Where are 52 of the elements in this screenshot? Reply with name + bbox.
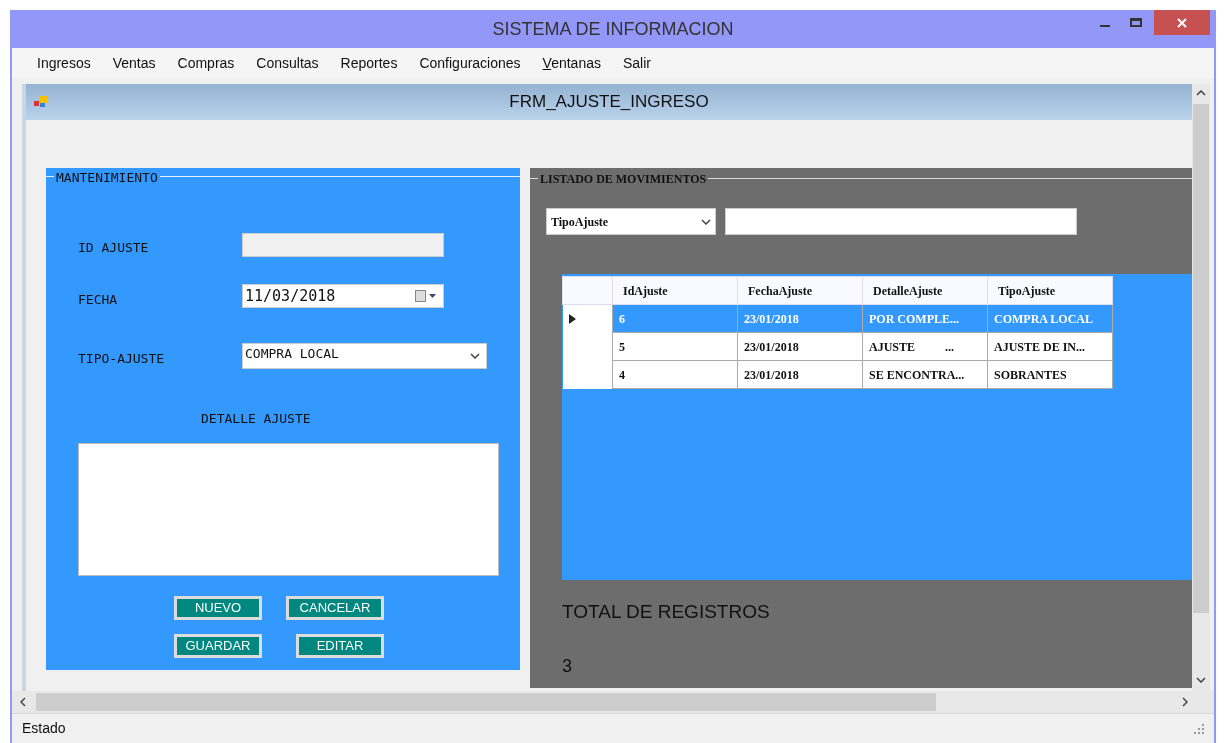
menu-item[interactable]: Ventas xyxy=(101,52,167,74)
table-cell[interactable]: SOBRANTES xyxy=(987,360,1113,389)
total-value: 3 xyxy=(562,654,572,678)
action-button[interactable]: GUARDAR xyxy=(174,633,262,658)
field-label: ID AJUSTE xyxy=(78,239,150,257)
menu-item[interactable]: Reportes xyxy=(329,52,409,74)
table-cell[interactable]: SE ENCONTRA... xyxy=(862,360,988,389)
total-label: TOTAL DE REGISTROS xyxy=(562,600,770,624)
resize-grip-icon xyxy=(1194,723,1204,734)
close-button[interactable] xyxy=(1154,10,1210,35)
scroll-right-icon[interactable] xyxy=(1182,697,1188,707)
form-title: FRM_AJUSTE_INGRESO xyxy=(509,91,709,114)
field-label: TIPO-AJUSTE xyxy=(78,350,166,369)
action-button[interactable]: EDITAR xyxy=(296,633,384,658)
table-cell[interactable]: 23/01/2018 xyxy=(737,332,863,361)
table-cell[interactable]: AJUSTE ... xyxy=(862,332,988,361)
minimize-icon[interactable] xyxy=(1100,24,1110,27)
menu-item[interactable]: Ingresos xyxy=(26,52,102,74)
table-cell[interactable]: 23/01/2018 xyxy=(737,360,863,389)
column-header[interactable]: TipoAjuste xyxy=(987,276,1113,305)
scroll-up-icon[interactable] xyxy=(1196,90,1206,96)
maximize-icon[interactable] xyxy=(1130,18,1142,27)
status-text: Estado xyxy=(22,719,66,738)
field-label: DETALLE AJUSTE xyxy=(201,410,311,428)
vertical-scrollbar[interactable] xyxy=(1192,84,1210,691)
menu-item[interactable]: Ventanas xyxy=(531,52,612,74)
column-header[interactable]: DetalleAjuste xyxy=(862,276,988,305)
scroll-left-icon[interactable] xyxy=(20,697,26,707)
column-header[interactable]: IdAjuste xyxy=(612,276,738,305)
calendar-icon xyxy=(415,290,437,303)
date-picker[interactable]: 11/03/2018 xyxy=(242,284,444,309)
window-title: SISTEMA DE INFORMACION xyxy=(492,17,734,41)
column-header[interactable]: FechaAjuste xyxy=(737,276,863,305)
action-button[interactable]: NUEVO xyxy=(174,595,262,620)
search-field[interactable] xyxy=(725,208,1077,235)
action-button[interactable]: CANCELAR xyxy=(286,595,384,620)
table-cell[interactable]: 4 xyxy=(612,360,738,389)
chevron-down-icon xyxy=(701,218,711,225)
menu-item[interactable]: Consultas xyxy=(245,52,330,74)
table-cell[interactable]: 5 xyxy=(612,332,738,361)
menu-item[interactable]: Compras xyxy=(166,52,246,74)
menu-item[interactable]: Configuraciones xyxy=(408,52,532,74)
menu-item[interactable]: Salir xyxy=(612,52,662,74)
scroll-down-icon[interactable] xyxy=(1196,677,1206,683)
table-cell[interactable]: AJUSTE DE IN... xyxy=(987,332,1113,361)
filter-dropdown[interactable]: TipoAjuste xyxy=(546,208,716,235)
form-icon xyxy=(34,96,48,108)
horizontal-scrollbar[interactable] xyxy=(12,691,1214,713)
field-label: FECHA xyxy=(78,290,119,309)
chevron-down-icon xyxy=(470,353,480,359)
close-icon xyxy=(1177,17,1187,28)
type-dropdown[interactable]: COMPRA LOCAL xyxy=(242,343,487,369)
